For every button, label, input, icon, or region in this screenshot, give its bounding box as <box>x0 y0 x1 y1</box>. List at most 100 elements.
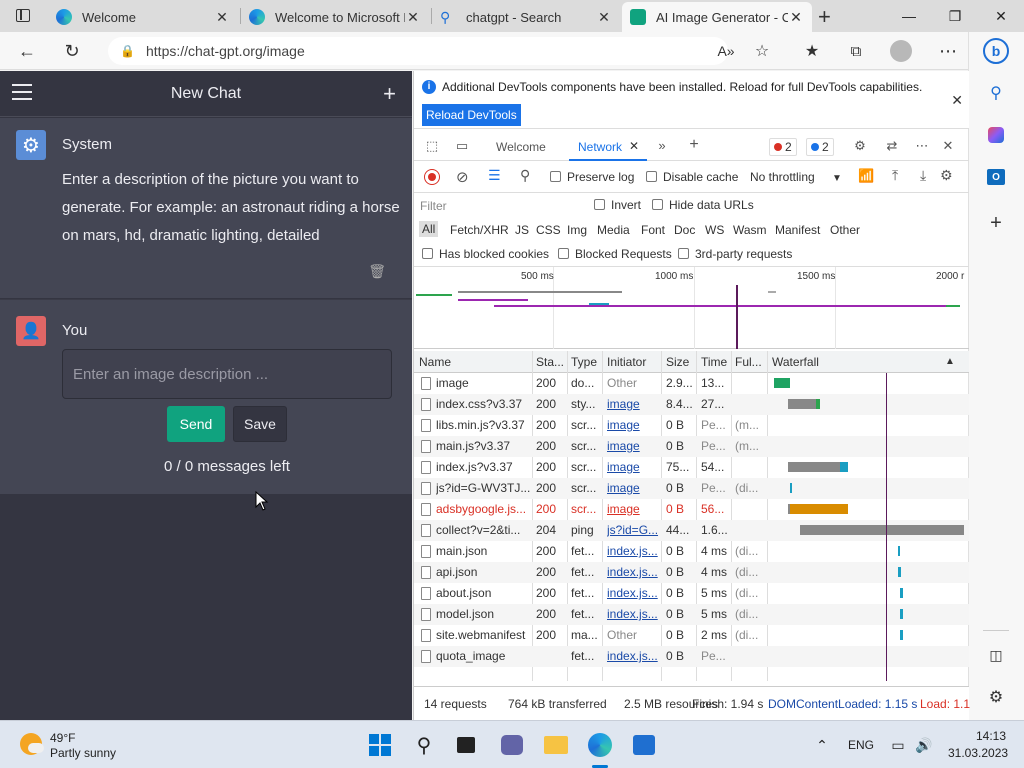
col-waterfall[interactable]: Waterfall <box>772 355 819 369</box>
tab-welcome[interactable]: Welcome <box>496 140 546 154</box>
outlook-icon[interactable]: O <box>983 164 1009 190</box>
window-close-icon[interactable]: ✕ <box>978 0 1024 32</box>
type-filter-js[interactable]: JS <box>515 223 529 237</box>
menu-icon[interactable] <box>12 84 32 100</box>
inspect-icon[interactable]: ⬚ <box>422 138 442 156</box>
network-icon[interactable]: ▭ <box>884 731 912 759</box>
close-icon[interactable]: ✕ <box>951 92 963 109</box>
tab-network[interactable]: Network <box>578 140 622 154</box>
col-type[interactable]: Type <box>571 355 597 369</box>
type-filter-other[interactable]: Other <box>830 223 860 237</box>
cell-initiator[interactable]: index.js... <box>607 649 659 663</box>
edge-icon[interactable] <box>586 731 614 759</box>
chevron-up-icon[interactable]: ⌃ <box>808 731 836 759</box>
filter-input[interactable] <box>420 198 580 214</box>
office-icon[interactable] <box>983 122 1009 148</box>
third-party-checkbox[interactable]: 3rd-party requests <box>678 247 792 261</box>
issues-badge[interactable]: 2 <box>806 138 834 156</box>
col-time[interactable]: Time <box>701 355 727 369</box>
favorites-icon[interactable]: ★ <box>798 38 826 64</box>
cell-initiator[interactable]: image <box>607 460 659 474</box>
close-tab-icon[interactable]: ✕ <box>629 139 639 153</box>
task-view-icon[interactable] <box>452 731 480 759</box>
close-tab-icon[interactable]: ✕ <box>596 9 612 26</box>
browser-tab-welcome[interactable]: Welcome ✕ <box>48 2 238 32</box>
add-favorite-icon[interactable]: ☆ <box>748 38 776 64</box>
settings-icon[interactable]: ⚙ <box>850 138 870 156</box>
close-devtools-icon[interactable]: ✕ <box>938 138 958 156</box>
cell-initiator[interactable]: image <box>607 418 659 432</box>
trash-icon[interactable]: 🗑 <box>368 263 386 280</box>
back-icon[interactable]: ← <box>13 38 41 64</box>
search-icon[interactable]: ⚲ <box>410 731 438 759</box>
restore-icon[interactable]: ❐ <box>932 0 978 32</box>
image-description-input[interactable] <box>62 349 392 399</box>
col-status[interactable]: Sta... <box>536 355 564 369</box>
device-toolbar-icon[interactable]: ▭ <box>452 138 472 156</box>
blocked-requests-checkbox[interactable]: Blocked Requests <box>558 247 672 261</box>
type-filter-ws[interactable]: WS <box>705 223 724 237</box>
settings-icon[interactable]: ⚙ <box>983 684 1009 710</box>
throttling-select[interactable]: No throttling ▼ <box>750 170 842 184</box>
cell-initiator[interactable]: image <box>607 481 659 495</box>
type-filter-img[interactable]: Img <box>567 223 587 237</box>
has-blocked-cookies-checkbox[interactable]: Has blocked cookies <box>422 247 549 261</box>
network-conditions-icon[interactable]: 📶 <box>858 168 874 184</box>
type-filter-media[interactable]: Media <box>597 223 630 237</box>
clear-icon[interactable]: ⊘ <box>456 168 469 186</box>
more-icon[interactable]: ⋯ <box>934 38 962 64</box>
close-tab-icon[interactable]: ✕ <box>214 9 230 26</box>
cell-initiator[interactable]: image <box>607 439 659 453</box>
type-filter-css[interactable]: CSS <box>536 223 561 237</box>
cell-initiator[interactable]: index.js... <box>607 607 659 621</box>
more-tabs-icon[interactable]: » <box>652 138 672 156</box>
refresh-icon[interactable]: ↻ <box>58 38 86 64</box>
file-explorer-icon[interactable] <box>542 731 570 759</box>
browser-tab-microsoft[interactable]: Welcome to Microsoft E ✕ <box>241 2 429 32</box>
network-settings-icon[interactable]: ⚙ <box>940 167 953 184</box>
disable-cache-checkbox[interactable]: Disable cache <box>646 170 738 184</box>
filter-icon[interactable]: ☰ <box>488 167 501 184</box>
type-filter-fetch[interactable]: Fetch/XHR <box>450 223 509 237</box>
col-name[interactable]: Name <box>419 355 451 369</box>
profile-avatar[interactable] <box>887 38 915 64</box>
type-filter-all[interactable]: All <box>419 221 439 237</box>
new-tab-icon[interactable]: + <box>818 4 831 30</box>
hide-sidebar-icon[interactable]: ◫ <box>983 642 1009 668</box>
close-tab-icon[interactable]: ✕ <box>788 9 804 26</box>
clock-date[interactable]: 31.03.2023 <box>948 746 1008 760</box>
type-filter-wasm[interactable]: Wasm <box>733 223 767 237</box>
cell-initiator[interactable]: js?id=G... <box>607 523 659 537</box>
bing-icon[interactable]: b <box>983 38 1009 64</box>
type-filter-font[interactable]: Font <box>641 223 665 237</box>
read-aloud-icon[interactable]: A» <box>712 38 740 64</box>
tab-actions-icon[interactable] <box>16 9 30 22</box>
network-overview[interactable]: 500 ms 1000 ms 1500 ms 2000 r <box>414 267 969 349</box>
errors-badge[interactable]: 2 <box>769 138 797 156</box>
type-filter-doc[interactable]: Doc <box>674 223 695 237</box>
col-size[interactable]: Size <box>666 355 689 369</box>
search-icon[interactable]: ⚲ <box>520 167 530 184</box>
save-button[interactable]: Save <box>233 406 287 442</box>
url-field[interactable]: 🔒 https://chat-gpt.org/image <box>108 37 728 65</box>
cell-initiator[interactable]: index.js... <box>607 586 659 600</box>
cell-initiator[interactable]: image <box>607 502 659 516</box>
minimize-icon[interactable]: — <box>886 0 932 32</box>
import-har-icon[interactable]: ⤒ <box>892 167 898 184</box>
teams-chat-icon[interactable] <box>498 731 526 759</box>
cell-initiator[interactable]: image <box>607 397 659 411</box>
hide-data-urls-checkbox[interactable]: Hide data URLs <box>652 198 754 212</box>
more-options-icon[interactable]: ⋯ <box>912 138 932 156</box>
add-tab-icon[interactable]: + <box>684 136 704 154</box>
new-chat-icon[interactable]: + <box>383 81 396 107</box>
col-fulfilled[interactable]: Ful... <box>735 355 762 369</box>
browser-tab-ai-image[interactable]: AI Image Generator - C ✕ <box>622 2 812 32</box>
close-tab-icon[interactable]: ✕ <box>405 9 421 26</box>
search-icon[interactable]: ⚲ <box>983 80 1009 106</box>
preserve-log-checkbox[interactable]: Preserve log <box>550 170 634 184</box>
language-indicator[interactable]: ENG <box>848 738 874 752</box>
cell-initiator[interactable]: index.js... <box>607 565 659 579</box>
reload-devtools-button[interactable]: Reload DevTools <box>422 104 521 126</box>
volume-icon[interactable]: 🔊 <box>910 731 938 759</box>
cell-initiator[interactable]: index.js... <box>607 544 659 558</box>
